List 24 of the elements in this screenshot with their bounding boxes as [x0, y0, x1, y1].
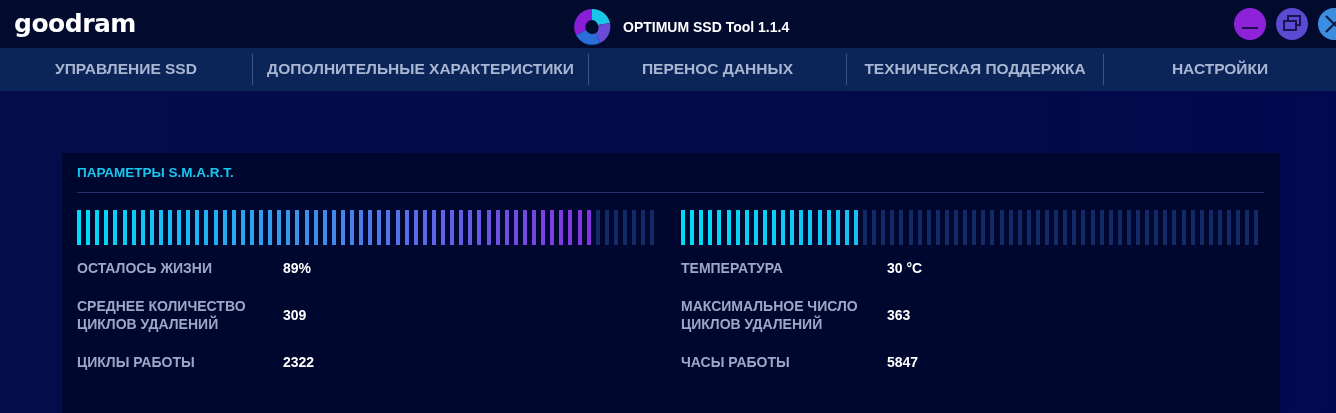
brand-logo: goodram — [14, 9, 136, 39]
param-value: 309 — [283, 307, 308, 323]
restore-button[interactable] — [1276, 8, 1308, 40]
param-label: ТЕМПЕРАТУРА — [681, 259, 784, 277]
param-label: ОСТАЛОСЬ ЖИЗНИ — [77, 259, 214, 277]
param-value: 363 — [887, 307, 912, 323]
param-value: 5847 — [887, 354, 920, 370]
param-label: СРЕДНЕЕ КОЛИЧЕСТВО ЦИКЛОВ УДАЛЕНИЙ — [77, 297, 247, 333]
window-title: OPTIMUM SSD Tool 1.1.4 — [623, 19, 790, 35]
nav-tab[interactable]: ПЕРЕНОС ДАННЫХ — [589, 54, 847, 85]
param-value: 2322 — [283, 354, 316, 370]
aperture-icon — [572, 7, 612, 47]
param-label: МАКСИМАЛЬНОЕ ЧИСЛО ЦИКЛОВ УДАЛЕНИЙ — [681, 297, 859, 333]
nav-tab[interactable]: ДОПОЛНИТЕЛЬНЫЕ ХАРАКТЕРИСТИКИ — [253, 54, 589, 85]
nav-tab[interactable]: НАСТРОЙКИ — [1104, 54, 1336, 85]
nav-tab[interactable]: ТЕХНИЧЕСКАЯ ПОДДЕРЖКА — [847, 54, 1104, 85]
param-label: ЧАСЫ РАБОТЫ — [681, 353, 791, 371]
close-button[interactable] — [1318, 8, 1336, 40]
nav-tab[interactable]: УПРАВЛЕНИЕ SSD — [0, 54, 253, 85]
param-value: 89% — [283, 260, 313, 276]
param-label: ЦИКЛЫ РАБОТЫ — [77, 353, 196, 371]
param-value: 30 °C — [887, 260, 924, 276]
section-title: ПАРАМЕТРЫ S.M.A.R.T. — [77, 163, 1264, 193]
minimize-button[interactable] — [1234, 8, 1266, 40]
